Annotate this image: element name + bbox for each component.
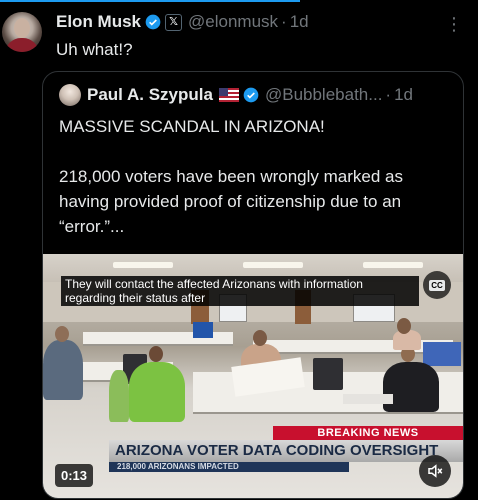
mute-button[interactable]: [419, 455, 451, 487]
quoted-text: MASSIVE SCANDAL IN ARIZONA! 218,000 vote…: [59, 114, 454, 239]
author-handle[interactable]: @elonmusk: [188, 12, 278, 32]
quoted-header: Paul A. Szypula @Bubblebath... · 1d: [59, 84, 413, 106]
verified-badge-icon: [145, 14, 161, 30]
scene-person: [129, 362, 185, 422]
scene-person-head: [55, 326, 69, 342]
avatar-shirt: [5, 38, 39, 52]
us-flag-icon: [218, 88, 239, 102]
scene-light: [113, 262, 173, 268]
cc-icon: CC: [429, 279, 445, 291]
scene-light: [243, 262, 303, 268]
scene-person-head: [149, 346, 163, 362]
video-caption: They will contact the affected Arizonans…: [61, 276, 419, 306]
quoted-author-name[interactable]: Paul A. Szypula: [87, 85, 213, 105]
post-time[interactable]: 1d: [290, 12, 309, 32]
quoted-author-handle[interactable]: @Bubblebath...: [265, 85, 382, 105]
quoted-post-time[interactable]: 1d: [394, 85, 413, 105]
avatar[interactable]: [2, 12, 42, 52]
captions-button[interactable]: CC: [423, 271, 451, 299]
quoted-avatar[interactable]: [59, 84, 81, 106]
post-header: Elon Musk 𝕏 @elonmusk · 1d: [56, 11, 309, 33]
scene-box: [423, 342, 461, 366]
scene-person: [383, 362, 439, 412]
scene-person: [43, 340, 83, 400]
scene-papers: [343, 394, 393, 404]
scene-person-head: [253, 330, 267, 346]
scene-chair: [313, 358, 343, 390]
dot-separator: ·: [281, 12, 287, 31]
video-duration: 0:13: [55, 464, 94, 487]
author-name[interactable]: Elon Musk: [56, 12, 141, 32]
scene-vest: [109, 370, 129, 422]
video-player[interactable]: They will contact the affected Arizonans…: [43, 254, 463, 498]
scene-box: [193, 322, 213, 338]
scene-light: [363, 262, 423, 268]
quoted-post[interactable]: Paul A. Szypula @Bubblebath... · 1d MASS…: [42, 71, 464, 499]
x-affiliate-icon: 𝕏: [165, 13, 183, 31]
quoted-paragraph-1: MASSIVE SCANDAL IN ARIZONA!: [59, 117, 325, 136]
news-headline: ARIZONA VOTER DATA CODING OVERSIGHT: [109, 440, 463, 462]
avatar-face: [14, 18, 30, 38]
progress-line: [0, 0, 300, 2]
more-options-icon[interactable]: ⋮: [444, 14, 464, 34]
quoted-dot-separator: ·: [385, 85, 392, 104]
post-text: Uh what!?: [56, 40, 133, 59]
speaker-muted-icon: [428, 464, 443, 478]
quoted-verified-badge-icon: [243, 87, 259, 103]
breaking-news-banner: BREAKING NEWS: [273, 426, 463, 440]
quoted-paragraph-2: 218,000 voters have been wrongly marked …: [59, 167, 403, 236]
scene-person-head: [397, 318, 411, 334]
news-subheadline: 218,000 ARIZONANS IMPACTED: [109, 462, 349, 472]
